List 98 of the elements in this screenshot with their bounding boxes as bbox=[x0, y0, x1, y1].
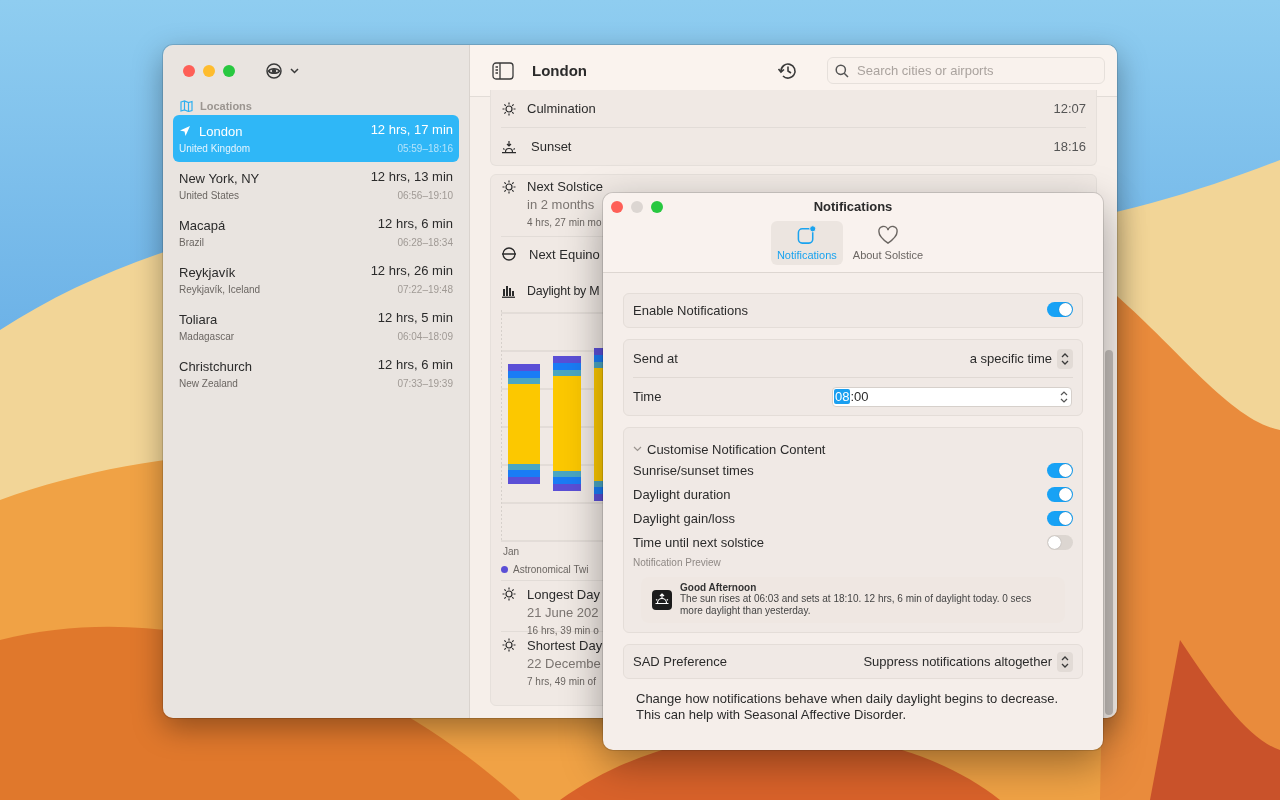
search-field[interactable]: Search cities or airports bbox=[827, 57, 1105, 84]
region-label: Brazil bbox=[179, 236, 205, 250]
city-name: New York, NY bbox=[179, 170, 260, 186]
date-label: 22 Decembe bbox=[527, 655, 602, 673]
close-button[interactable] bbox=[183, 65, 195, 77]
time-field[interactable]: 08:00 bbox=[832, 386, 1072, 407]
notification-icon bbox=[795, 225, 818, 246]
setting-label: SAD Preference bbox=[633, 654, 727, 669]
sun-times: 06:04–18:09 bbox=[396, 330, 453, 344]
heart-icon bbox=[876, 225, 899, 246]
section-label: Locations bbox=[200, 100, 252, 112]
legend-label: Astronomical Twi bbox=[513, 564, 589, 575]
city-name: Reykjavík bbox=[179, 264, 236, 280]
bar-chart-icon bbox=[501, 283, 517, 299]
region-label: United States bbox=[179, 189, 241, 203]
panel-title: Notifications bbox=[813, 199, 893, 215]
up-down-chevron-icon bbox=[1057, 348, 1073, 369]
row-label: Culmination bbox=[527, 101, 596, 116]
option-label: Daylight gain/loss bbox=[633, 510, 735, 526]
legend-dot bbox=[501, 566, 508, 573]
history-icon[interactable] bbox=[777, 60, 799, 81]
location-item[interactable]: Toliara 12 hrs, 5 min Madagascar 06:04–18:09 bbox=[173, 303, 459, 350]
toggle-switch[interactable] bbox=[1047, 534, 1073, 550]
sun-times: 06:56–19:10 bbox=[396, 189, 453, 203]
daylight-duration: 12 hrs, 6 min bbox=[377, 357, 453, 374]
city-name: Macapá bbox=[179, 217, 226, 233]
daylight-duration: 12 hrs, 5 min bbox=[377, 310, 453, 327]
close-button[interactable] bbox=[611, 201, 623, 213]
region-label: United Kingdom bbox=[179, 142, 252, 156]
option-label: Daylight duration bbox=[633, 486, 731, 502]
app-icon bbox=[652, 589, 672, 610]
row-label: Next Equino bbox=[529, 246, 600, 262]
sun-times: 07:33–19:39 bbox=[396, 377, 453, 391]
time-value: 18:16 bbox=[1053, 139, 1086, 154]
sunset-icon bbox=[501, 138, 517, 155]
daylight-duration: 12 hrs, 6 min bbox=[377, 216, 453, 233]
row-label: Sunset bbox=[531, 139, 572, 154]
setting-label: Enable Notifications bbox=[633, 303, 748, 318]
daylight-note: 4 hrs, 27 min mo bbox=[527, 216, 603, 230]
preview-body: The sun rises at 06:03 and sets at 18:10. 12 hrs, 6 min of daylight today. 0 secs more daylight than yesterday. bbox=[680, 593, 1033, 617]
tab[interactable]: About Solstice bbox=[846, 221, 930, 265]
daylight-duration: 12 hrs, 17 min bbox=[370, 122, 453, 139]
daylight-note: 16 hrs, 39 min o bbox=[527, 624, 600, 638]
help-text: Change how notifications behave when daily daylight begins to decrease. This can help with Seasonal Affective Disorder. bbox=[635, 691, 1060, 723]
toggle-switch[interactable] bbox=[1047, 510, 1073, 526]
toggle-switch[interactable] bbox=[1047, 301, 1073, 317]
chevron-icon bbox=[633, 446, 642, 452]
send-at-popup[interactable]: a specific time bbox=[969, 348, 1073, 369]
sun-times: 05:59–18:16 bbox=[396, 142, 453, 156]
search-input[interactable]: Search cities or airports bbox=[855, 62, 1104, 79]
chart-title: Daylight by M bbox=[527, 284, 600, 298]
disclosure-header[interactable]: Customise Notification Content bbox=[633, 440, 826, 458]
sidebar-toggle-icon[interactable] bbox=[492, 61, 514, 80]
eye-icon[interactable] bbox=[264, 63, 284, 79]
time-value: 12:07 bbox=[1053, 101, 1086, 116]
location-item[interactable]: Reykjavík 12 hrs, 26 min Reykjavík, Iceland 07:22–19:48 bbox=[173, 256, 459, 303]
location-item[interactable]: Macapá 12 hrs, 6 min Brazil 06:28–18:34 bbox=[173, 209, 459, 256]
location-item[interactable]: New York, NY 12 hrs, 13 min United States 06:56–19:10 bbox=[173, 162, 459, 209]
map-icon bbox=[180, 100, 193, 112]
toggle-switch[interactable] bbox=[1047, 462, 1073, 478]
chevron-down-icon bbox=[290, 68, 299, 74]
equinox-icon bbox=[501, 246, 517, 262]
scrollbar[interactable] bbox=[1105, 350, 1113, 715]
sun-icon bbox=[501, 637, 517, 653]
toggle-switch[interactable] bbox=[1047, 486, 1073, 502]
zoom-button[interactable] bbox=[223, 65, 235, 77]
axis-label: Jan bbox=[503, 546, 521, 557]
region-label: New Zealand bbox=[179, 377, 239, 391]
preview-title: Good Afternoon bbox=[680, 582, 758, 593]
location-item[interactable]: Christchurch 12 hrs, 6 min New Zealand 07:33–19:39 bbox=[173, 350, 459, 397]
setting-label: Send at bbox=[633, 351, 678, 366]
city-name: London bbox=[199, 123, 243, 139]
relative-date: in 2 months bbox=[527, 196, 596, 214]
daylight-note: 7 hrs, 49 min of bbox=[527, 675, 597, 689]
sun-icon bbox=[501, 586, 517, 602]
city-name: Christchurch bbox=[179, 358, 252, 374]
row-label: Shortest Day bbox=[527, 637, 603, 655]
sad-preference-popup[interactable]: Suppress notifications altogether bbox=[863, 651, 1073, 672]
window-title: London bbox=[532, 62, 587, 79]
sun-icon bbox=[501, 100, 517, 117]
region-label: Madagascar bbox=[179, 330, 236, 344]
date-label: 21 June 202 bbox=[527, 604, 600, 622]
zoom-button[interactable] bbox=[651, 201, 663, 213]
daylight-duration: 12 hrs, 13 min bbox=[370, 169, 453, 186]
row-label: Next Solstice bbox=[527, 178, 603, 196]
search-icon bbox=[835, 63, 849, 78]
daylight-duration: 12 hrs, 26 min bbox=[370, 263, 453, 280]
region-label: Reykjavík, Iceland bbox=[179, 283, 262, 297]
option-label: Sunrise/sunset times bbox=[633, 462, 754, 478]
setting-label: Time bbox=[633, 389, 662, 404]
up-down-chevron-icon bbox=[1057, 651, 1073, 672]
section-label: Notification Preview bbox=[633, 557, 722, 568]
sun-times: 06:28–18:34 bbox=[396, 236, 453, 250]
city-name: Toliara bbox=[179, 311, 218, 327]
option-label: Time until next solstice bbox=[633, 534, 764, 550]
sun-times: 07:22–19:48 bbox=[396, 283, 453, 297]
sun-icon bbox=[501, 179, 517, 195]
row-label: Longest Day bbox=[527, 586, 600, 604]
